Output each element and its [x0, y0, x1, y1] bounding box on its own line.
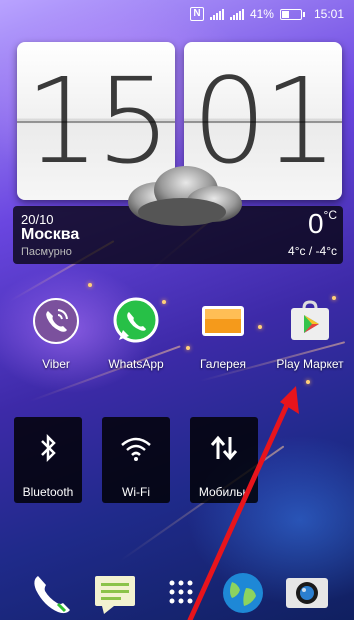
annotation-arrow: [187, 386, 299, 620]
